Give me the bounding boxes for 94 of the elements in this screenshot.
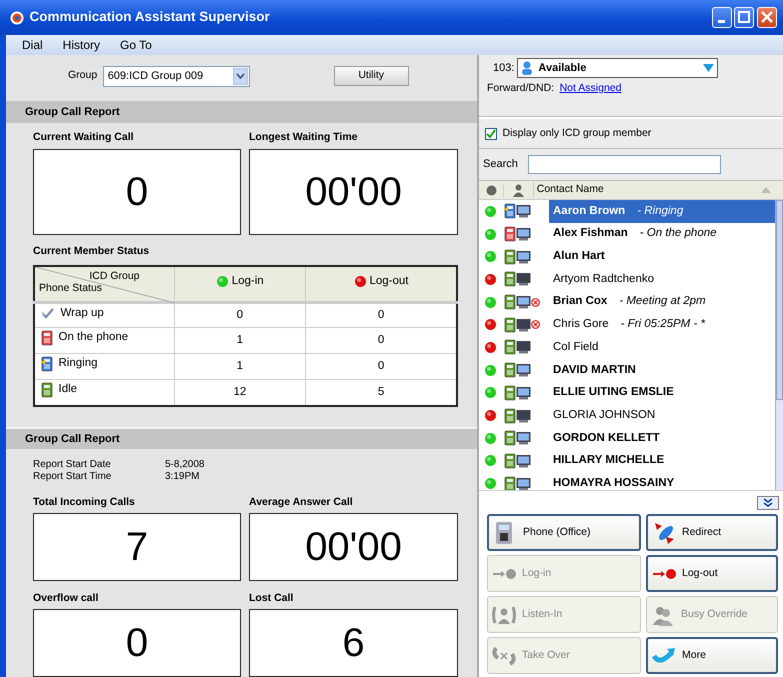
- contact-name[interactable]: GORDON KELLETT: [549, 426, 775, 450]
- forward-link[interactable]: Not Assigned: [560, 80, 622, 96]
- header-label: Phone Status: [39, 280, 102, 296]
- monitor-icon: [516, 476, 531, 490]
- monitor-icon: [516, 272, 531, 286]
- tile-label: Lost Call: [249, 591, 294, 605]
- row-label: Ringing: [58, 356, 98, 372]
- counter-tile: 0: [33, 609, 241, 677]
- contact-name[interactable]: HILLARY MICHELLE: [549, 450, 775, 472]
- status-column-icon: [486, 184, 496, 196]
- tile-label: Overflow call: [33, 591, 100, 605]
- row-label: Wrap up: [60, 306, 104, 320]
- info-value: 5-8,2008: [165, 459, 204, 471]
- column-header: Log-in: [232, 274, 264, 290]
- dropdown-arrow-icon: [703, 64, 714, 72]
- search-field[interactable]: [528, 155, 721, 174]
- monitor-icon: [516, 431, 531, 446]
- monitor-icon: [516, 454, 531, 468]
- action-button[interactable]: Redirect: [646, 514, 778, 551]
- info-label: Report Start Time: [33, 471, 112, 483]
- action-button[interactable]: Phone (Office): [487, 514, 641, 551]
- close-button[interactable]: [757, 7, 777, 28]
- maximize-button[interactable]: [734, 7, 754, 28]
- app-logo-icon: [10, 10, 24, 24]
- contact-name[interactable]: Artyom Radtchenko: [549, 268, 775, 291]
- contact-name[interactable]: Brian Cox - Meeting at 2pm: [549, 290, 775, 314]
- checkmark-icon: [41, 306, 55, 320]
- window-title: Communication Assistant Supervisor: [30, 8, 270, 26]
- counter-tile: 00'00: [249, 513, 458, 581]
- person-icon: [520, 61, 533, 75]
- caret-icon: [236, 73, 245, 79]
- header-label: ICD Group: [89, 269, 140, 284]
- checkbox[interactable]: [485, 128, 497, 140]
- tile-label: Current Waiting Call: [33, 130, 135, 144]
- redirect-icon: [652, 520, 676, 544]
- person-column-icon: [513, 184, 524, 196]
- counter-tile: 0: [33, 149, 241, 235]
- phone-icon: [41, 382, 53, 398]
- contact-name[interactable]: GLORIA JOHNSON: [549, 404, 775, 427]
- table-cell: 1: [174, 328, 306, 354]
- section-label: Current Member Status: [33, 244, 150, 258]
- table-cell: 0: [174, 302, 306, 328]
- double-chevron-icon: [763, 498, 773, 507]
- contact-name[interactable]: Aaron Brown - Ringing: [549, 200, 775, 223]
- tile-label: Average Answer Call: [249, 495, 354, 509]
- contact-name[interactable]: ELLIE UITING EMSLIE: [549, 382, 775, 404]
- contact-name[interactable]: HOMAYRA HOSSAINY: [549, 472, 775, 490]
- table-cell: 1: [174, 354, 306, 380]
- counter-tile: 7: [33, 513, 241, 581]
- minimize-icon: [718, 20, 725, 24]
- contact-name[interactable]: Col Field: [549, 336, 775, 359]
- contact-name[interactable]: Chris Gore - Fri 05:25PM - *: [549, 313, 775, 336]
- collapse-button[interactable]: [757, 496, 779, 510]
- status-dropdown[interactable]: Available: [517, 58, 718, 78]
- minimize-button[interactable]: [712, 7, 732, 28]
- menu-item[interactable]: History: [62, 36, 100, 54]
- phone-icon: [41, 330, 53, 346]
- tile-label: Longest Waiting Time: [249, 130, 359, 144]
- forward-label: Forward/DND:: [487, 80, 554, 96]
- counter-tile: 6: [249, 609, 458, 677]
- contact-name[interactable]: DAVID MARTIN: [549, 358, 775, 382]
- action-button[interactable]: Log-out: [646, 555, 778, 592]
- sort-icon: [761, 187, 771, 193]
- column-header: Log-out: [369, 274, 408, 290]
- info-value: 3:19PM: [165, 471, 200, 483]
- contact-name[interactable]: Alex Fishman - On the phone: [549, 222, 775, 246]
- row-label: Idle: [58, 382, 78, 398]
- phone-icon: [41, 356, 53, 372]
- extension-label: 103:: [493, 60, 514, 76]
- monitor-icon: [516, 204, 531, 218]
- menu-item[interactable]: Dial: [22, 36, 43, 54]
- counter-tile: 00'00: [249, 149, 458, 235]
- tile-label: Total Incoming Calls: [33, 495, 136, 509]
- group-dropdown[interactable]: 609:ICD Group 009: [102, 66, 250, 86]
- info-label: Report Start Date: [33, 459, 112, 471]
- group-label: Group: [68, 68, 98, 84]
- utility-button[interactable]: Utility: [334, 66, 409, 86]
- monitor-icon: [516, 340, 531, 354]
- monitor-icon: [516, 318, 531, 332]
- section-title: Group Call Report: [25, 432, 120, 447]
- checkbox-label: Display only ICD group member: [502, 126, 652, 141]
- menu-item[interactable]: Go To: [120, 36, 152, 54]
- monitor-icon: [516, 408, 531, 423]
- monitor-icon: [516, 295, 531, 310]
- action-button[interactable]: More: [646, 637, 778, 674]
- monitor-icon: [516, 363, 531, 378]
- section-title: Group Call Report: [25, 104, 120, 120]
- monitor-icon: [516, 386, 531, 400]
- row-label: On the phone: [58, 330, 128, 346]
- scrollbar[interactable]: [775, 200, 783, 490]
- search-label: Search: [483, 157, 518, 172]
- monitor-icon: [516, 227, 531, 242]
- contact-name[interactable]: Alun Hart: [549, 245, 775, 268]
- monitor-icon: [516, 250, 531, 264]
